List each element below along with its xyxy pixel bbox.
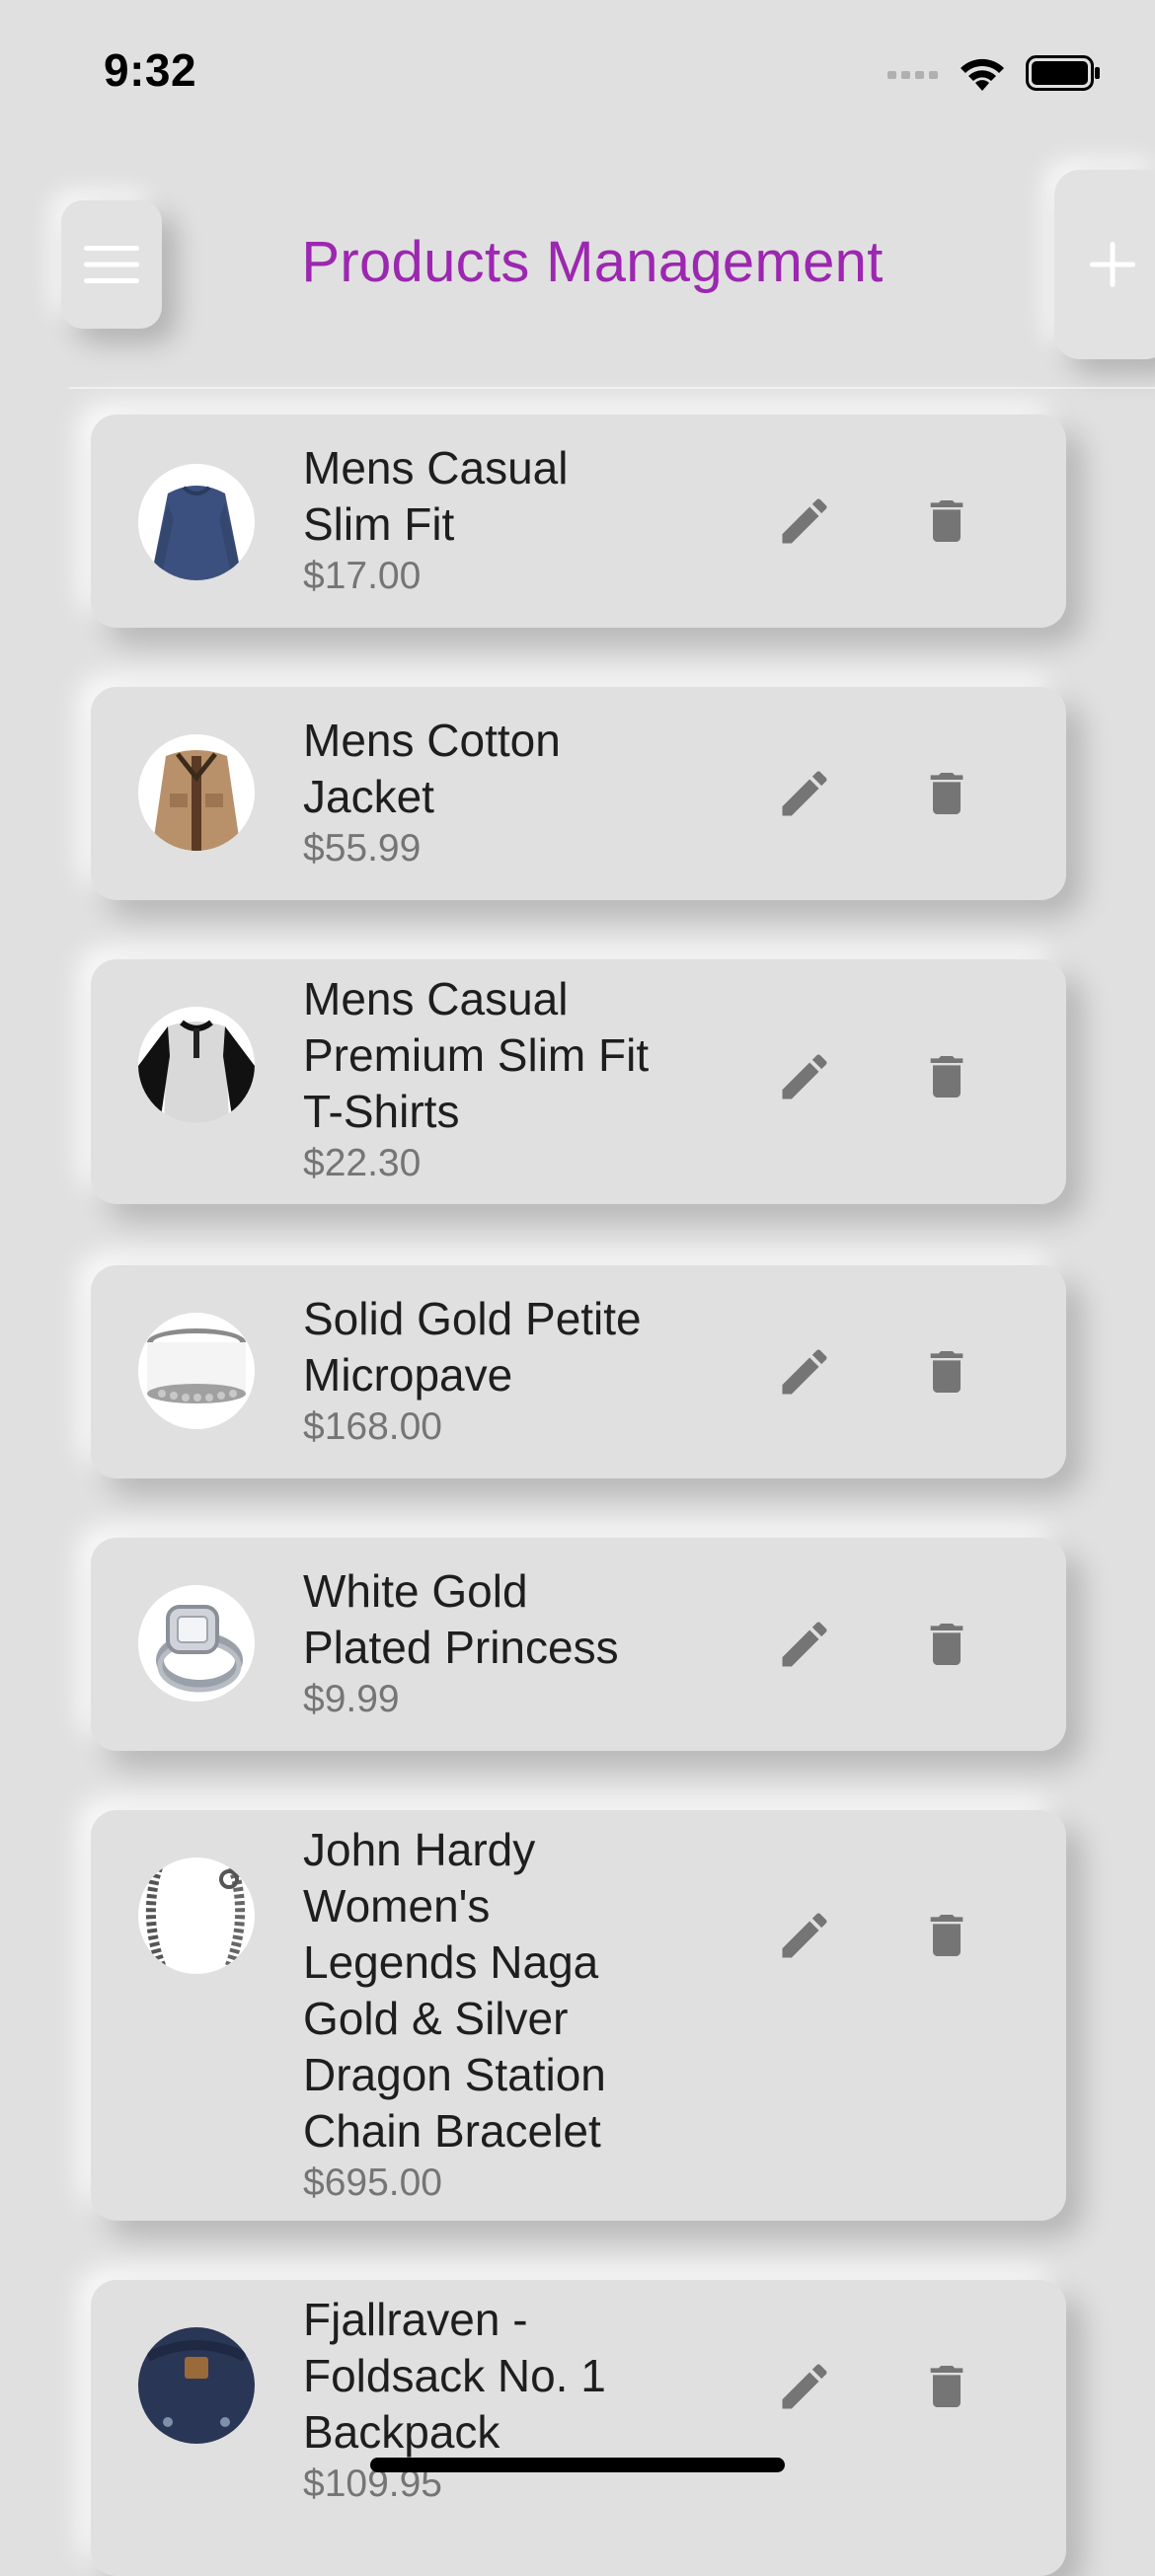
cellular-signal-icon <box>887 71 938 79</box>
page-title: Products Management <box>301 230 884 294</box>
pencil-icon <box>782 1622 827 1667</box>
product-card[interactable]: Solid Gold Petite Micropave $168.00 <box>91 1265 1066 1478</box>
pencil-icon <box>782 1349 827 1395</box>
trash-icon <box>930 500 963 542</box>
product-title: White Gold Plated Princess <box>303 1565 619 1673</box>
product-price: $22.30 <box>303 1142 422 1184</box>
app-bar-divider <box>69 387 1155 389</box>
product-thumbnail <box>138 2327 255 2444</box>
menu-icon <box>84 246 139 283</box>
trash-icon <box>930 773 963 814</box>
status-time: 9:32 <box>104 44 197 96</box>
product-title: Mens Casual Slim Fit <box>303 442 569 550</box>
plus-icon <box>1090 242 1135 287</box>
battery-icon <box>1026 55 1100 91</box>
trash-icon <box>930 1624 963 1665</box>
product-thumbnail <box>138 734 255 851</box>
pencil-icon <box>782 2364 827 2409</box>
product-title: Mens Cotton Jacket <box>303 715 561 822</box>
edit-button[interactable] <box>760 1327 849 1416</box>
delete-button[interactable] <box>902 749 991 838</box>
trash-icon <box>930 1056 963 1098</box>
product-price: $695.00 <box>303 2161 442 2204</box>
product-price: $17.00 <box>303 555 422 597</box>
delete-button[interactable] <box>902 1032 991 1121</box>
home-indicator[interactable] <box>370 2458 785 2472</box>
product-text: Mens Casual Slim Fit $17.00 <box>303 440 718 600</box>
product-text: White Gold Plated Princess $9.99 <box>303 1563 718 1723</box>
delete-button[interactable] <box>902 1327 991 1416</box>
product-title: Mens Casual Premium Slim Fit T-Shirts <box>303 973 650 1137</box>
product-text: Mens Cotton Jacket $55.99 <box>303 713 718 872</box>
delete-button[interactable] <box>902 1600 991 1689</box>
product-card[interactable]: White Gold Plated Princess $9.99 <box>91 1538 1066 1751</box>
product-thumbnail <box>138 1857 255 1974</box>
product-title: Solid Gold Petite Micropave <box>303 1293 642 1401</box>
product-card[interactable]: Mens Casual Slim Fit $17.00 <box>91 415 1066 628</box>
product-text: John Hardy Women's Legends Naga Gold & S… <box>303 1822 718 2207</box>
edit-button[interactable] <box>760 1600 849 1689</box>
product-text: Solid Gold Petite Micropave $168.00 <box>303 1291 718 1451</box>
status-bar: 9:32 <box>0 0 1155 138</box>
product-text: Mens Casual Premium Slim Fit T-Shirts $2… <box>303 971 718 1187</box>
pencil-icon <box>782 771 827 816</box>
product-thumbnail <box>138 1007 255 1123</box>
product-card[interactable]: Mens Casual Premium Slim Fit T-Shirts $2… <box>91 959 1066 1204</box>
product-title: Fjallraven - Foldsack No. 1 Backpack <box>303 2294 606 2458</box>
wifi-icon <box>961 58 1004 91</box>
edit-button[interactable] <box>760 477 849 566</box>
delete-button[interactable] <box>902 1891 991 1980</box>
product-card[interactable]: John Hardy Women's Legends Naga Gold & S… <box>91 1810 1066 2221</box>
delete-button[interactable] <box>902 477 991 566</box>
product-title: John Hardy Women's Legends Naga Gold & S… <box>303 1824 606 2157</box>
product-price: $168.00 <box>303 1405 442 1448</box>
product-card[interactable]: Mens Cotton Jacket $55.99 <box>91 687 1066 900</box>
product-price: $9.99 <box>303 1678 400 1720</box>
edit-button[interactable] <box>760 2342 849 2431</box>
delete-button[interactable] <box>902 2342 991 2431</box>
product-text: Fjallraven - Foldsack No. 1 Backpack $10… <box>303 2292 718 2508</box>
trash-icon <box>930 2366 963 2407</box>
add-product-button[interactable] <box>1054 170 1155 359</box>
trash-icon <box>930 1351 963 1393</box>
status-icons <box>887 53 1101 93</box>
menu-button[interactable] <box>61 200 162 329</box>
product-price: $55.99 <box>303 827 422 870</box>
pencil-icon <box>782 1054 827 1099</box>
product-thumbnail <box>138 1313 255 1429</box>
product-card[interactable]: Fjallraven - Foldsack No. 1 Backpack $10… <box>91 2280 1066 2576</box>
edit-button[interactable] <box>760 749 849 838</box>
product-thumbnail <box>138 1585 255 1702</box>
edit-button[interactable] <box>760 1032 849 1121</box>
edit-button[interactable] <box>760 1891 849 1980</box>
pencil-icon <box>782 1913 827 1958</box>
trash-icon <box>930 1915 963 1956</box>
product-thumbnail <box>138 464 255 580</box>
pencil-icon <box>782 498 827 544</box>
